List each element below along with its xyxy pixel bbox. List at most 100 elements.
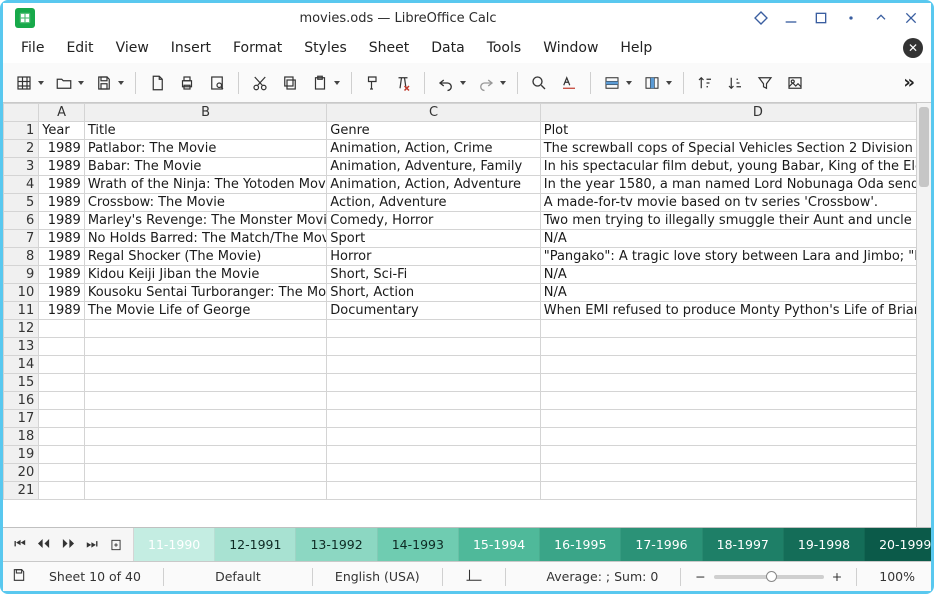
row-header[interactable]: 4 <box>4 176 39 194</box>
undo-button[interactable] <box>433 69 469 97</box>
sheet-tab[interactable]: 19-1998 <box>784 528 865 561</box>
cell[interactable]: 1989 <box>39 266 85 284</box>
close-document-button[interactable]: ✕ <box>903 38 923 58</box>
cell[interactable]: The screwball cops of Special Vehicles S… <box>540 140 916 158</box>
zoom-out-button[interactable]: − <box>695 569 705 584</box>
cell[interactable] <box>39 446 85 464</box>
cell[interactable]: 1989 <box>39 158 85 176</box>
cell[interactable]: "Pangako": A tragic love story between L… <box>540 248 916 266</box>
window-restore-icon[interactable] <box>873 10 889 26</box>
row-header[interactable]: 20 <box>4 464 39 482</box>
cell[interactable] <box>84 446 326 464</box>
cell[interactable] <box>327 338 540 356</box>
cell[interactable] <box>84 374 326 392</box>
menu-help[interactable]: Help <box>610 36 662 60</box>
column-header[interactable]: D <box>540 104 916 122</box>
row-header[interactable]: 15 <box>4 374 39 392</box>
sheet-tab[interactable]: 13-1992 <box>296 528 377 561</box>
insert-mode-indicator[interactable] <box>457 568 491 585</box>
cell[interactable]: 1989 <box>39 230 85 248</box>
cell[interactable] <box>84 482 326 500</box>
cell[interactable] <box>84 410 326 428</box>
cell[interactable] <box>39 464 85 482</box>
column-header[interactable]: A <box>39 104 85 122</box>
column-header[interactable]: B <box>84 104 326 122</box>
cell[interactable]: When EMI refused to produce Monty Python… <box>540 302 916 320</box>
column-header[interactable]: C <box>327 104 540 122</box>
cell[interactable] <box>327 410 540 428</box>
sheet-tab[interactable]: 11-1990 <box>134 528 215 561</box>
cell[interactable]: 1989 <box>39 284 85 302</box>
row-header[interactable]: 7 <box>4 230 39 248</box>
cell[interactable] <box>39 392 85 410</box>
row-header[interactable]: 16 <box>4 392 39 410</box>
cell[interactable] <box>39 482 85 500</box>
cell[interactable] <box>540 410 916 428</box>
cell[interactable]: Regal Shocker (The Movie) <box>84 248 326 266</box>
cell[interactable]: Babar: The Movie <box>84 158 326 176</box>
clear-formatting-button[interactable] <box>390 69 416 97</box>
zoom-slider-knob[interactable] <box>766 571 777 582</box>
row-header[interactable]: 11 <box>4 302 39 320</box>
cell[interactable] <box>327 374 540 392</box>
column-button[interactable] <box>639 69 675 97</box>
cell[interactable] <box>84 464 326 482</box>
cell[interactable]: 1989 <box>39 176 85 194</box>
cell[interactable]: Comedy, Horror <box>327 212 540 230</box>
vertical-scrollbar[interactable] <box>916 103 931 527</box>
cell[interactable]: N/A <box>540 230 916 248</box>
status-zoom[interactable]: 100% <box>871 569 923 584</box>
menu-sheet[interactable]: Sheet <box>359 36 419 60</box>
cell[interactable]: Sport <box>327 230 540 248</box>
row-header[interactable]: 13 <box>4 338 39 356</box>
print-button[interactable] <box>174 69 200 97</box>
row-button[interactable] <box>599 69 635 97</box>
cell[interactable]: No Holds Barred: The Match/The Movie <box>84 230 326 248</box>
sheet-tab[interactable]: 17-1996 <box>621 528 702 561</box>
cut-button[interactable] <box>247 69 273 97</box>
toolbar-overflow-button[interactable]: » <box>895 72 923 93</box>
cell[interactable]: Kousoku Sentai Turboranger: The Movie <box>84 284 326 302</box>
cell[interactable] <box>327 392 540 410</box>
cell[interactable]: Wrath of the Ninja: The Yotoden Movie <box>84 176 326 194</box>
cell[interactable] <box>39 428 85 446</box>
zoom-slider[interactable] <box>714 575 824 579</box>
window-maximize-icon[interactable] <box>813 10 829 26</box>
window-minimize-icon[interactable] <box>783 10 799 26</box>
zoom-in-button[interactable]: + <box>832 569 842 584</box>
window-dot-icon[interactable] <box>843 10 859 26</box>
menu-view[interactable]: View <box>106 36 159 60</box>
autofilter-button[interactable] <box>752 69 778 97</box>
menu-window[interactable]: Window <box>533 36 608 60</box>
cell[interactable]: Year <box>39 122 85 140</box>
row-header[interactable]: 1 <box>4 122 39 140</box>
sheet-tab[interactable]: 15-1994 <box>459 528 540 561</box>
window-pin-icon[interactable] <box>753 10 769 26</box>
cell[interactable]: Marley's Revenge: The Monster Movie <box>84 212 326 230</box>
cell[interactable] <box>540 320 916 338</box>
cell[interactable] <box>39 410 85 428</box>
cell[interactable] <box>39 374 85 392</box>
row-header[interactable]: 6 <box>4 212 39 230</box>
sort-desc-button[interactable] <box>722 69 748 97</box>
sheet-tab[interactable]: 18-1997 <box>703 528 784 561</box>
cell[interactable]: N/A <box>540 284 916 302</box>
cell[interactable] <box>327 482 540 500</box>
cell[interactable] <box>327 446 540 464</box>
save-button[interactable] <box>91 69 127 97</box>
cell[interactable]: 1989 <box>39 248 85 266</box>
save-indicator-icon[interactable] <box>11 567 27 586</box>
cell[interactable] <box>84 320 326 338</box>
cell[interactable] <box>84 392 326 410</box>
cell[interactable]: Animation, Action, Adventure <box>327 176 540 194</box>
row-header[interactable]: 21 <box>4 482 39 500</box>
export-pdf-button[interactable] <box>144 69 170 97</box>
cell[interactable]: In his spectacular film debut, young Bab… <box>540 158 916 176</box>
image-button[interactable] <box>782 69 808 97</box>
cell[interactable]: A made-for-tv movie based on tv series '… <box>540 194 916 212</box>
cell[interactable] <box>84 338 326 356</box>
clone-formatting-button[interactable] <box>360 69 386 97</box>
row-header[interactable]: 9 <box>4 266 39 284</box>
cell[interactable] <box>540 392 916 410</box>
tab-last-icon[interactable]: ⏭ <box>83 537 101 552</box>
